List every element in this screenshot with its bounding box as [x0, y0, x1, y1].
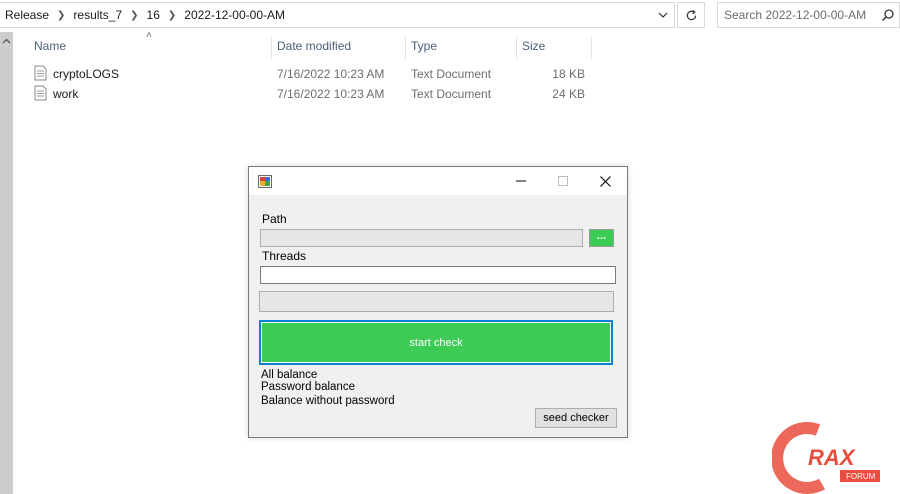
column-header-name[interactable]: Name: [34, 36, 66, 60]
chevron-down-icon[interactable]: [652, 3, 674, 27]
maximize-icon: [558, 176, 568, 186]
browse-button[interactable]: ...: [589, 229, 614, 247]
column-divider[interactable]: [271, 36, 272, 60]
breadcrumb-separator-icon[interactable]: ❯: [130, 10, 138, 21]
close-button[interactable]: [584, 167, 626, 195]
file-type: Text Document: [411, 67, 492, 81]
address-bar[interactable]: Release ❯ results_7 ❯ 16 ❯ 2022-12-00-00…: [0, 2, 675, 28]
column-divider[interactable]: [516, 36, 517, 60]
app-icon: [258, 175, 272, 188]
file-name: cryptoLOGS: [53, 67, 120, 81]
refresh-icon: [686, 9, 696, 20]
scroll-up-arrow-icon[interactable]: [2, 38, 11, 44]
search-input[interactable]: [724, 8, 874, 22]
breadcrumb-separator-icon[interactable]: ❯: [168, 10, 176, 21]
file-row[interactable]: cryptoLOGS 7/16/2022 10:23 AM Text Docum…: [30, 64, 630, 84]
search-icon[interactable]: [881, 8, 895, 25]
checker-dialog: Path ... Threads start check All balance…: [248, 166, 628, 438]
search-box[interactable]: [717, 2, 900, 28]
column-header-size[interactable]: Size: [522, 36, 545, 60]
breadcrumb-release[interactable]: Release: [5, 8, 49, 22]
threads-field[interactable]: [260, 266, 616, 284]
column-divider[interactable]: [405, 36, 406, 60]
path-label: Path: [262, 212, 287, 226]
nav-pane-scrollbar[interactable]: [0, 32, 13, 494]
refresh-button[interactable]: [677, 2, 705, 28]
text-document-icon: [34, 85, 47, 101]
file-size: 24 KB: [552, 87, 585, 101]
file-row[interactable]: work 7/16/2022 10:23 AM Text Document 24…: [30, 84, 630, 104]
column-divider[interactable]: [591, 36, 592, 60]
file-name: work: [53, 87, 79, 101]
explorer-toolbar: Release ❯ results_7 ❯ 16 ❯ 2022-12-00-00…: [0, 0, 900, 31]
balance-without-password-label: Balance without password: [261, 395, 395, 407]
breadcrumb-16[interactable]: 16: [147, 8, 160, 22]
text-document-icon: [34, 65, 47, 81]
file-date: 7/16/2022 10:23 AM: [277, 87, 385, 101]
dialog-titlebar[interactable]: [249, 167, 627, 195]
breadcrumb-results[interactable]: results_7: [73, 8, 122, 22]
start-check-button[interactable]: start check: [259, 320, 613, 365]
maximize-button[interactable]: [542, 167, 584, 195]
breadcrumb-current-folder[interactable]: 2022-12-00-00-AM: [184, 8, 285, 22]
sort-ascending-icon: ˄: [146, 30, 152, 41]
breadcrumb-separator-icon[interactable]: ❯: [57, 10, 65, 21]
column-header-type[interactable]: Type: [411, 36, 437, 60]
file-type: Text Document: [411, 87, 492, 101]
watermark-text: RAX: [808, 445, 856, 470]
watermark-subtext: FORUM: [846, 472, 876, 481]
minimize-button[interactable]: [500, 167, 542, 195]
close-icon: [599, 175, 611, 187]
file-date: 7/16/2022 10:23 AM: [277, 67, 385, 81]
seed-checker-button[interactable]: seed checker: [535, 408, 617, 428]
progress-bar: [259, 291, 614, 312]
minimize-icon: [516, 180, 526, 182]
column-header-date[interactable]: Date modified: [277, 36, 351, 60]
all-balance-label: All balance: [261, 369, 318, 381]
crax-watermark-logo: RAX FORUM: [771, 418, 882, 494]
password-balance-label: Password balance: [261, 381, 355, 393]
file-size: 18 KB: [552, 67, 585, 81]
threads-label: Threads: [262, 249, 307, 263]
path-field[interactable]: [260, 229, 583, 247]
